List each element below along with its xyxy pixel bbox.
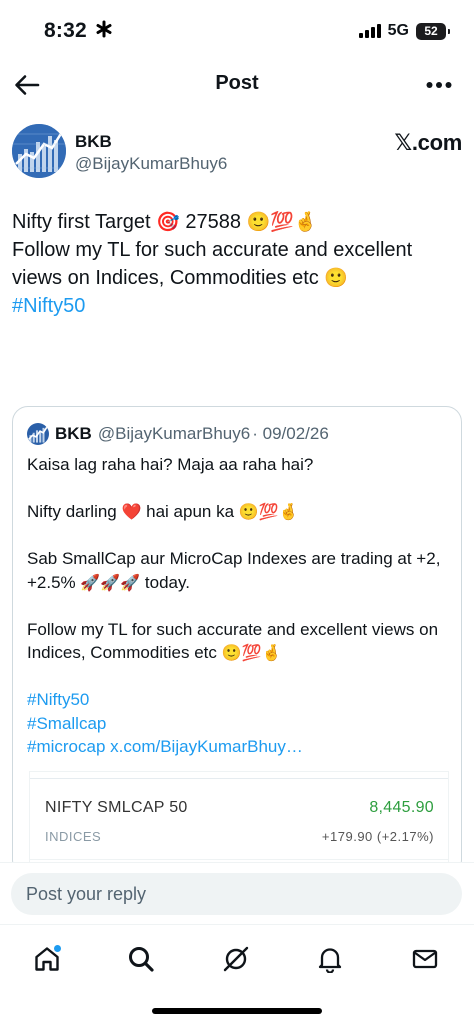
index-symbol: NIFTY SMLCAP 50 xyxy=(45,799,188,816)
nav-grok[interactable] xyxy=(214,937,258,981)
quoted-author-name: BKB xyxy=(55,424,92,443)
post-header: Post xyxy=(0,62,474,108)
author-name[interactable]: BKB xyxy=(75,132,112,152)
quoted-hashtag-smallcap[interactable]: #Smallcap xyxy=(27,712,451,736)
nav-search[interactable] xyxy=(119,937,163,981)
bell-icon xyxy=(318,948,342,973)
author-avatar[interactable] xyxy=(12,124,66,178)
post-line-follow: Follow my TL for such accurate and excel… xyxy=(12,239,413,289)
grok-icon xyxy=(223,946,249,972)
nav-home[interactable] xyxy=(25,937,69,981)
status-indicators: 5G 52 xyxy=(358,22,450,40)
quoted-emojis-2: 🙂💯🤞 xyxy=(221,643,282,662)
search-icon xyxy=(129,947,154,972)
stock-chart-avatar-icon xyxy=(27,423,49,445)
status-time: 8:32 xyxy=(44,19,113,43)
card-divider xyxy=(30,859,448,860)
rocket-emojis: 🚀🚀🚀 xyxy=(80,572,141,592)
post-author: BKB @BijayKumarBhuy6 𝕏.com xyxy=(12,124,462,182)
post-emojis: 🙂💯🤞 xyxy=(246,211,318,233)
battery-icon: 52 xyxy=(416,22,450,40)
cellular-signal-icon xyxy=(358,24,381,38)
nav-messages[interactable] xyxy=(403,937,447,981)
reply-bar xyxy=(0,862,474,924)
more-options-button[interactable] xyxy=(422,70,456,100)
quoted-hashtag-nifty[interactable]: #Nifty50 xyxy=(27,688,451,712)
quoted-post[interactable]: BKB @BijayKumarBhuy6 · 09/02/26 Kaisa la… xyxy=(12,406,462,876)
quoted-post-text: Kaisa lag raha hai? Maja aa raha hai? Ni… xyxy=(27,453,451,759)
quoted-post-date: · 09/02/26 xyxy=(252,424,329,443)
nav-notifications[interactable] xyxy=(308,937,352,981)
quoted-line-2: Nifty darling ❤️ hai apun ka 🙂💯🤞 xyxy=(27,502,299,521)
network-type: 5G xyxy=(387,22,409,39)
post-text: Nifty first Target 🎯 27588 🙂💯🤞 Follow my… xyxy=(12,208,462,320)
index-change: +179.90 (+2.17%) xyxy=(321,829,434,844)
quoted-author-handle: @BijayKumarBhuy6 xyxy=(97,424,251,443)
post-line-target: Nifty first Target 🎯 27588 🙂💯🤞 xyxy=(12,211,318,233)
reply-input[interactable] xyxy=(11,873,462,915)
stock-chart-avatar-icon xyxy=(12,124,66,178)
battery-level: 52 xyxy=(424,24,438,38)
quoted-emojis: 🙂💯🤞 xyxy=(238,502,299,521)
home-indicator[interactable] xyxy=(152,1008,322,1014)
bluetooth-asterisk-icon xyxy=(96,20,112,38)
quoted-line-4: Follow my TL for such accurate and excel… xyxy=(27,619,439,663)
smile-emoji: 🙂 xyxy=(324,267,349,289)
index-price: 8,445.90 xyxy=(369,799,434,816)
home-notification-dot xyxy=(54,945,61,952)
xcom-watermark: 𝕏.com xyxy=(394,130,462,155)
target-emoji: 🎯 xyxy=(156,211,180,233)
status-bar: 8:32 5G 52 xyxy=(0,0,474,62)
quoted-link[interactable]: x.com/BijayKumarBhuy… xyxy=(110,737,303,756)
more-dots-icon xyxy=(426,82,452,88)
quoted-line-3: Sab SmallCap aur MicroCap Indexes are tr… xyxy=(27,549,441,592)
index-quote-card[interactable]: NIFTY SMLCAP 50 8,445.90 INDICES +179.90… xyxy=(29,771,449,875)
quoted-line-1: Kaisa lag raha hai? Maja aa raha hai? xyxy=(27,455,314,474)
envelope-icon xyxy=(412,949,438,969)
index-quote-row: NIFTY SMLCAP 50 8,445.90 INDICES +179.90… xyxy=(30,778,448,860)
heart-emoji: ❤️ xyxy=(121,502,142,521)
page-title: Post xyxy=(215,72,259,94)
index-category: INDICES xyxy=(45,829,102,844)
bottom-nav xyxy=(0,924,474,1024)
quoted-hashtag-microcap[interactable]: #microcap x.com/BijayKumarBhuy… xyxy=(27,735,451,759)
quoted-post-header: BKB @BijayKumarBhuy6 · 09/02/26 xyxy=(27,423,329,445)
quoted-author-avatar xyxy=(27,423,49,445)
post-hashtag[interactable]: #Nifty50 xyxy=(12,292,462,320)
author-handle[interactable]: @BijayKumarBhuy6 xyxy=(75,154,227,174)
